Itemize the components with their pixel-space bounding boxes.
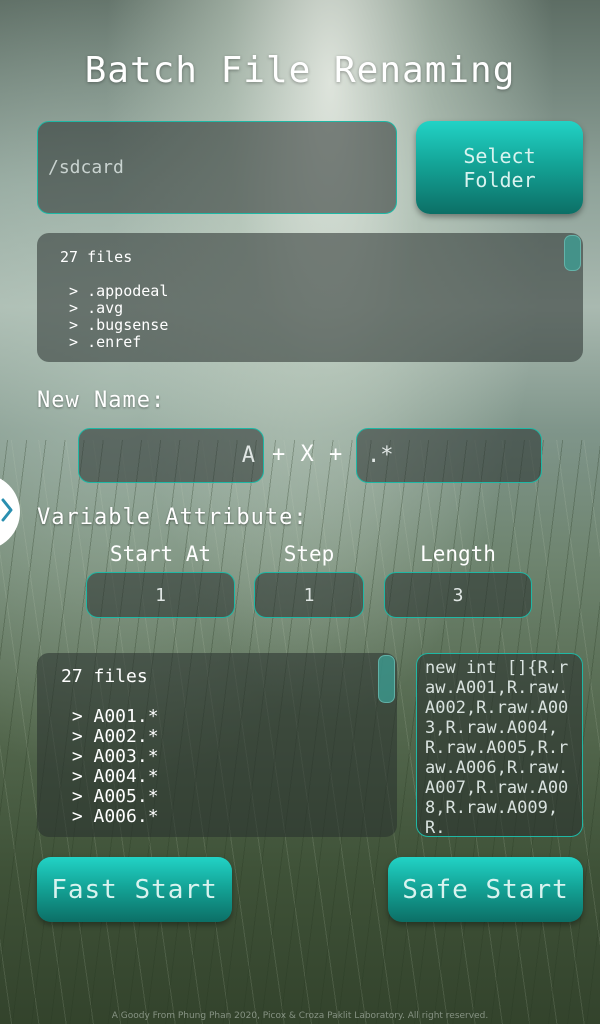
preview-file-list[interactable]: 27 files > A001.* > A002.* > A003.* > A0… (37, 653, 397, 837)
list-item: > .appodeal (60, 282, 169, 300)
folder-path-text: /sdcard (48, 157, 124, 178)
name-separator: + X + (272, 442, 344, 467)
step-value: 1 (303, 584, 315, 606)
name-prefix-value: A (241, 443, 255, 468)
start-at-label: Start At (109, 542, 212, 566)
side-drawer-tab[interactable] (0, 474, 20, 550)
step-label: Step (283, 542, 335, 566)
new-name-label: New Name: (37, 388, 166, 413)
preview-file-count: 27 files (61, 666, 148, 687)
folder-path-input[interactable]: /sdcard (37, 121, 397, 214)
list-item: > .avg (60, 299, 124, 317)
list-item: > A004.* (61, 766, 159, 787)
safe-start-button[interactable]: Safe Start (388, 857, 583, 922)
preview-list-scrollbar[interactable] (378, 655, 395, 703)
select-folder-label-line1: Select (463, 143, 536, 168)
list-item: > A003.* (61, 746, 159, 767)
source-file-list[interactable]: 27 files > .appodeal > .avg > .bugsense … (37, 233, 583, 362)
list-item: > A001.* (61, 706, 159, 727)
name-extension-input[interactable]: .* (356, 428, 542, 483)
source-list-scrollbar[interactable] (564, 235, 581, 271)
length-input[interactable]: 3 (384, 572, 532, 618)
variable-attribute-label: Variable Attribute: (37, 505, 308, 530)
list-item: > .bugsense (60, 316, 169, 334)
list-item: > A006.* (61, 806, 159, 827)
select-folder-button[interactable]: Select Folder (416, 121, 583, 214)
chevron-right-icon (0, 497, 14, 527)
start-at-input[interactable]: 1 (86, 572, 235, 618)
list-item: > A002.* (61, 726, 159, 747)
list-item: > .enref (60, 333, 142, 351)
select-folder-label-line2: Folder (463, 167, 536, 192)
step-input[interactable]: 1 (254, 572, 364, 618)
list-item: > A005.* (61, 786, 159, 807)
name-prefix-input[interactable]: A (78, 428, 264, 483)
safe-start-label: Safe Start (402, 874, 569, 905)
code-output-box[interactable]: new int []{R.raw.A001,R.raw.A002,R.raw.A… (416, 653, 583, 837)
footer-credits: A Goody From Phung Phan 2020, Picox & Cr… (111, 1011, 489, 1021)
fast-start-label: Fast Start (51, 874, 218, 905)
start-at-value: 1 (155, 584, 166, 606)
fast-start-button[interactable]: Fast Start (37, 857, 232, 922)
length-value: 3 (452, 584, 464, 606)
source-file-count: 27 files (60, 248, 133, 266)
name-extension-value: .* (367, 443, 394, 468)
page-title: Batch File Renaming (84, 50, 516, 91)
length-label: Length (420, 542, 496, 566)
